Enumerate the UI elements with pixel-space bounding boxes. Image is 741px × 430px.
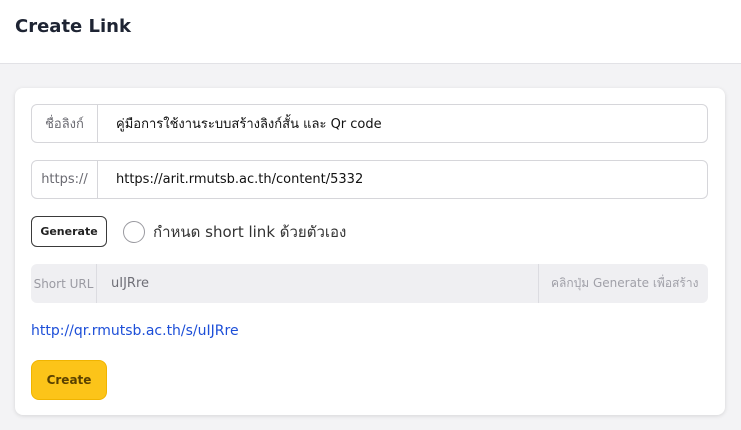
link-name-prefix: ชื่อลิงก์ [32,105,98,142]
short-url-hint: คลิกปุ่ม Generate เพื่อสร้าง [538,264,708,303]
custom-short-link-radio[interactable] [123,221,145,243]
create-button[interactable]: Create [31,360,107,400]
generated-short-link[interactable]: http://qr.rmutsb.ac.th/s/uIJRre [31,323,239,339]
page-title: Create Link [15,16,131,37]
short-url-prefix: Short URL [31,264,97,303]
short-url-field: Short URL uIJRre คลิกปุ่ม Generate เพื่อ… [31,264,708,303]
target-url-input[interactable]: https://arit.rmutsb.ac.th/content/5332 [98,161,707,198]
custom-short-link-label: กำหนด short link ด้วยตัวเอง [153,223,347,241]
short-url-value: uIJRre [111,276,149,291]
create-link-card: ชื่อลิงก์ คู่มือการใช้งานระบบสร้างลิงก์ส… [15,88,725,415]
link-name-input[interactable]: คู่มือการใช้งานระบบสร้างลิงก์สั้น และ Qr… [98,105,707,142]
page-header: Create Link [0,0,741,64]
custom-short-link-option[interactable]: กำหนด short link ด้วยตัวเอง [123,220,346,244]
link-name-field: ชื่อลิงก์ คู่มือการใช้งานระบบสร้างลิงก์ส… [31,104,708,143]
generate-button[interactable]: Generate [31,216,107,247]
target-url-prefix: https:// [32,161,98,198]
target-url-field: https:// https://arit.rmutsb.ac.th/conte… [31,160,708,199]
